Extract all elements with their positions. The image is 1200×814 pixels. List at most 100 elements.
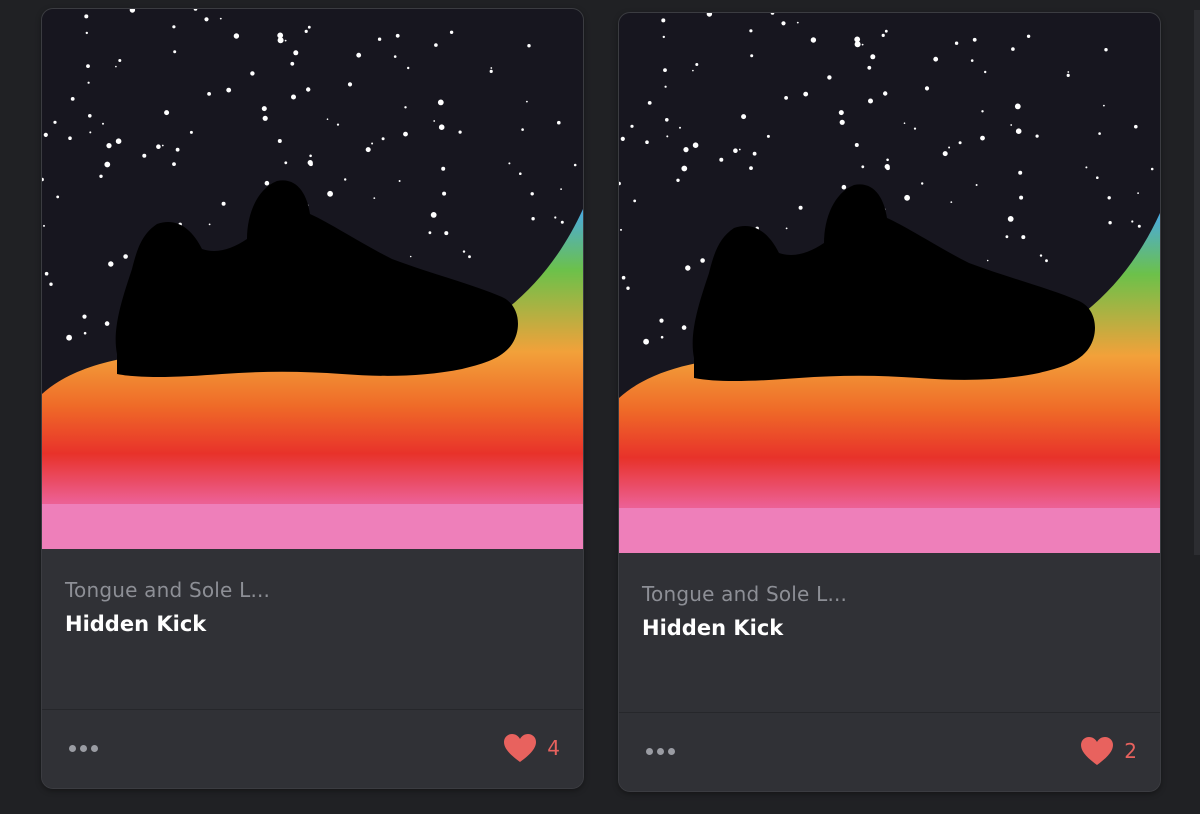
star <box>861 165 865 169</box>
card-footer: 2 <box>619 712 1160 791</box>
star <box>118 59 122 62</box>
star <box>104 321 110 326</box>
nft-name[interactable]: Hidden Kick <box>642 613 1160 643</box>
nft-image[interactable] <box>619 13 1160 553</box>
sneaker-artwork-image <box>42 9 583 549</box>
star <box>692 69 694 72</box>
star <box>1010 124 1013 126</box>
collection-name[interactable]: Tongue and Sole L... <box>642 581 1160 607</box>
star <box>156 144 161 149</box>
nft-card[interactable]: Tongue and Sole L... Hidden Kick 2 <box>618 12 1161 792</box>
star <box>700 258 705 263</box>
star <box>557 120 561 125</box>
star <box>854 36 861 43</box>
star <box>428 231 432 235</box>
star <box>115 65 117 68</box>
more-dot <box>668 747 675 755</box>
star <box>1103 104 1105 107</box>
star <box>356 52 362 58</box>
star <box>924 86 930 91</box>
star <box>1014 103 1021 110</box>
star <box>86 64 90 68</box>
star <box>683 147 689 153</box>
star <box>490 67 493 69</box>
star <box>886 158 889 162</box>
star <box>115 138 122 144</box>
star <box>942 151 948 157</box>
star <box>660 335 664 339</box>
star <box>277 32 284 39</box>
star <box>262 115 268 121</box>
star <box>784 96 788 100</box>
more-options-button[interactable] <box>69 738 105 758</box>
star <box>104 161 111 168</box>
star <box>84 14 89 19</box>
star <box>458 130 462 134</box>
star <box>663 68 667 72</box>
star <box>344 178 347 181</box>
star <box>1096 176 1099 179</box>
star <box>972 37 977 42</box>
star <box>854 143 859 147</box>
star <box>1011 47 1015 51</box>
star <box>679 126 681 129</box>
star <box>981 110 984 113</box>
like-button[interactable]: 4 <box>503 732 560 764</box>
star <box>1019 195 1024 200</box>
star <box>661 18 666 23</box>
star <box>1026 34 1031 38</box>
more-options-button[interactable] <box>646 741 682 761</box>
star <box>106 143 112 149</box>
collection-name[interactable]: Tongue and Sole L... <box>65 577 583 603</box>
nft-image[interactable] <box>42 9 583 549</box>
star <box>377 37 382 41</box>
star <box>958 141 962 145</box>
star <box>175 147 180 152</box>
star <box>208 223 211 226</box>
star <box>838 110 844 116</box>
star <box>404 106 407 109</box>
nft-name[interactable]: Hidden Kick <box>65 609 583 639</box>
star <box>841 184 847 190</box>
star <box>904 194 910 201</box>
star <box>164 110 170 116</box>
star <box>83 331 87 335</box>
star <box>950 201 953 204</box>
star <box>531 217 535 221</box>
star <box>1134 124 1138 129</box>
star <box>647 101 652 105</box>
nft-info: Tongue and Sole L... Hidden Kick <box>619 553 1160 713</box>
star <box>1067 71 1070 73</box>
star <box>327 190 333 197</box>
star <box>226 87 232 93</box>
star <box>620 136 625 141</box>
star <box>861 43 864 46</box>
star <box>733 148 738 153</box>
star <box>347 82 353 87</box>
star <box>44 271 49 276</box>
star <box>750 54 754 58</box>
star <box>261 106 267 112</box>
star <box>308 162 313 167</box>
star <box>948 146 951 149</box>
star <box>645 140 649 144</box>
star <box>449 30 454 34</box>
star <box>371 142 374 145</box>
star <box>99 174 103 178</box>
star <box>630 124 634 128</box>
star <box>1098 132 1101 135</box>
star <box>207 92 212 96</box>
star <box>1150 167 1154 171</box>
star <box>53 120 57 124</box>
star <box>102 122 104 125</box>
star <box>659 318 664 323</box>
like-button[interactable]: 2 <box>1080 735 1137 767</box>
star <box>662 35 665 39</box>
star <box>521 128 524 131</box>
star <box>796 21 799 24</box>
star <box>219 17 222 20</box>
nft-card[interactable]: Tongue and Sole L... Hidden Kick 4 <box>41 8 584 789</box>
like-count: 2 <box>1124 739 1137 763</box>
star <box>1005 235 1009 239</box>
star <box>204 17 209 22</box>
